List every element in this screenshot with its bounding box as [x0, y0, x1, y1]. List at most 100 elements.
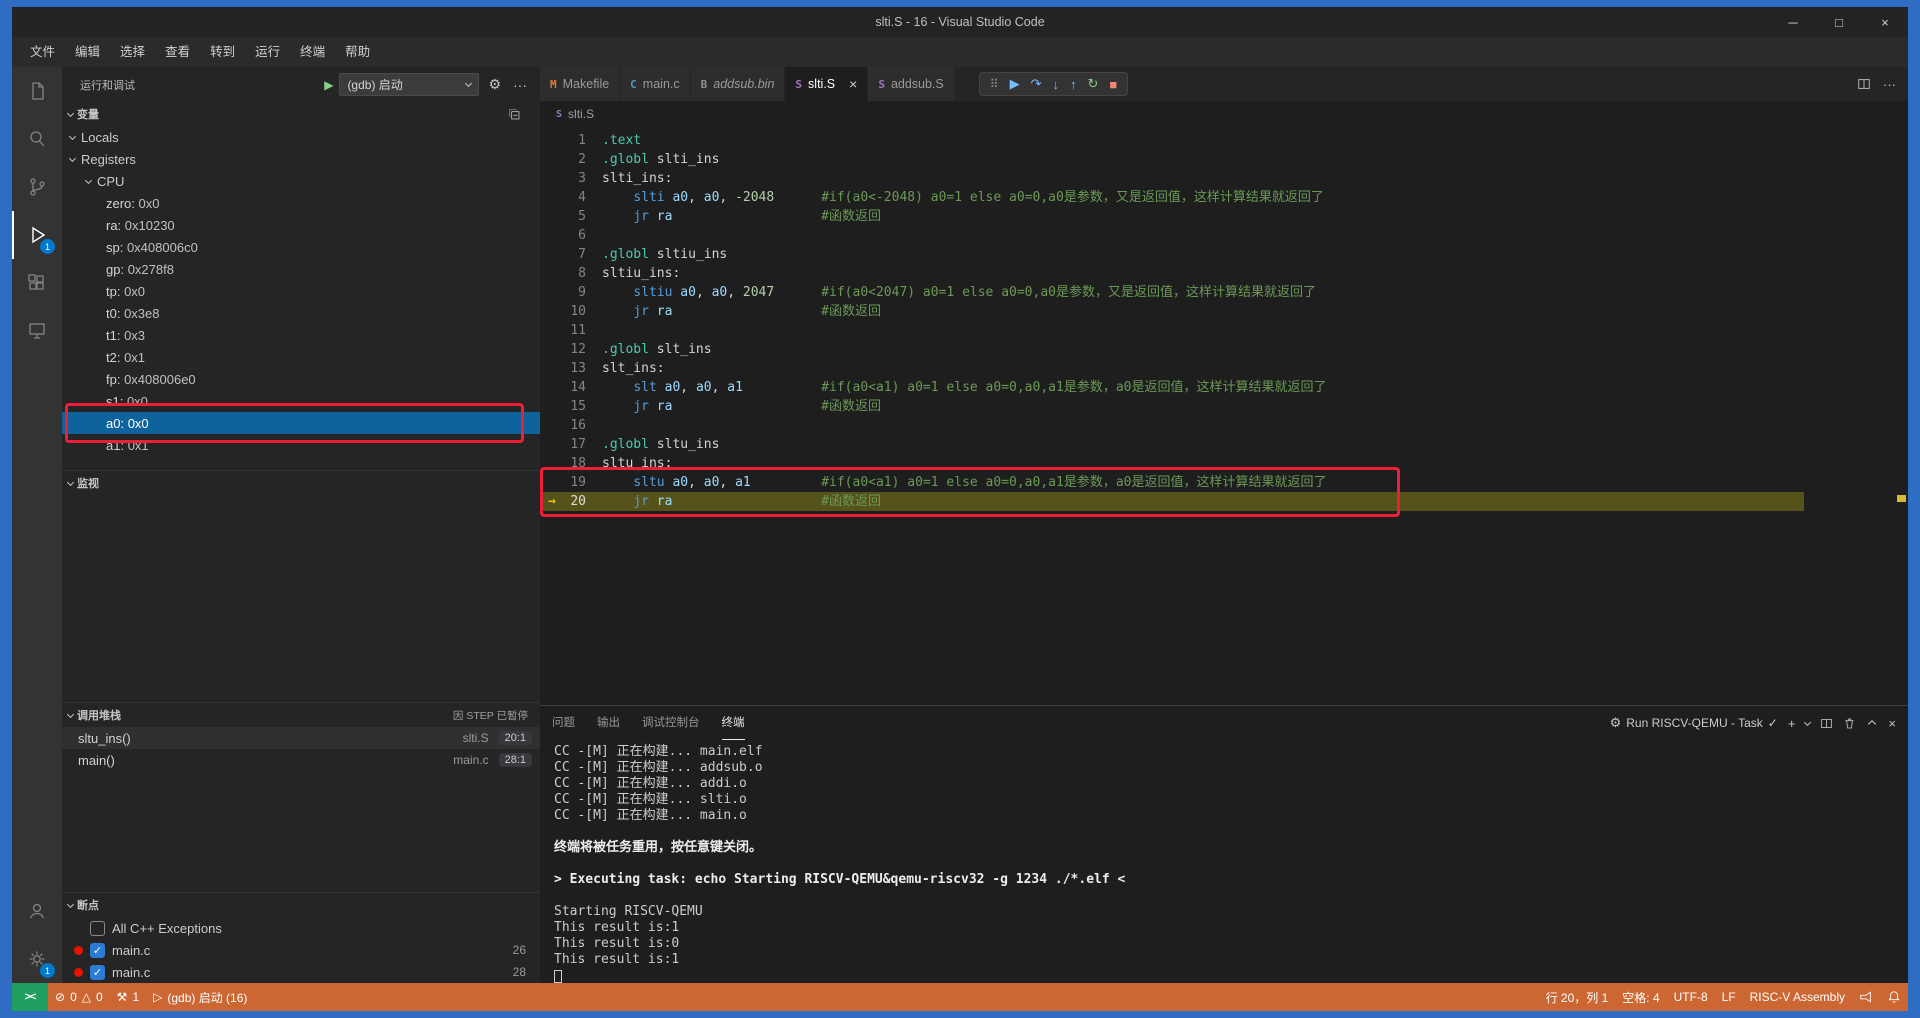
tab-addsub-bin[interactable]: Baddsub.bin [691, 67, 786, 101]
gutter[interactable]: 9 [540, 283, 602, 302]
maximize-panel-icon[interactable] [1866, 717, 1878, 729]
code-line-7[interactable]: 7.globl sltiu_ins [540, 245, 1908, 264]
breakpoint-checkbox[interactable] [90, 921, 105, 936]
breakpoint-item-0[interactable]: All C++ Exceptions [62, 917, 540, 939]
gutter[interactable]: 11 [540, 321, 602, 340]
restart-button[interactable]: ↻ [1087, 76, 1098, 92]
tab-slti-s[interactable]: Sslti.S× [785, 67, 868, 101]
stack-frame-main[interactable]: main()main.c28:1 [62, 749, 540, 771]
step-into-button[interactable]: ↓ [1052, 77, 1059, 92]
menu-item-0[interactable]: 文件 [20, 41, 65, 63]
variable-fp[interactable]: fp: 0x408006e0 [62, 368, 540, 390]
remote-indicator[interactable]: >< [12, 983, 48, 1011]
split-editor-icon[interactable] [1857, 77, 1871, 91]
variable-ra[interactable]: ra: 0x10230 [62, 214, 540, 236]
code-line-5[interactable]: 5 jr ra #函数返回 [540, 207, 1908, 226]
gutter[interactable]: 6 [540, 226, 602, 245]
tab-main-c[interactable]: Cmain.c [620, 67, 690, 101]
close-panel-icon[interactable]: × [1888, 716, 1896, 731]
indentation-indicator[interactable]: 空格: 4 [1615, 983, 1666, 1011]
gutter[interactable]: 14 [540, 378, 602, 397]
gutter[interactable]: 7 [540, 245, 602, 264]
gutter[interactable]: 3 [540, 169, 602, 188]
step-out-button[interactable]: ↑ [1070, 77, 1077, 92]
variable-t1[interactable]: t1: 0x3 [62, 324, 540, 346]
gutter[interactable]: 18 [540, 454, 602, 473]
collapse-all-icon[interactable] [505, 108, 524, 121]
new-terminal-icon[interactable]: + [1788, 716, 1796, 731]
extensions-icon[interactable] [12, 259, 62, 307]
more-actions-icon[interactable]: ··· [1883, 77, 1896, 92]
step-over-button[interactable]: ↷ [1031, 76, 1042, 92]
language-mode[interactable]: RISC-V Assembly [1743, 983, 1852, 1011]
running-tasks-indicator[interactable]: ⚒ 1 [110, 983, 146, 1011]
gutter[interactable]: →20 [540, 492, 602, 511]
stop-button[interactable]: ■ [1109, 77, 1117, 92]
code-line-2[interactable]: 2.globl slti_ins [540, 150, 1908, 169]
run-and-debug-icon[interactable]: 1 [12, 211, 62, 259]
variables-header[interactable]: 变量 [62, 102, 540, 126]
debug-session-indicator[interactable]: ▷ (gdb) 启动 (16) [146, 983, 254, 1011]
code-line-13[interactable]: 13slt_ins: [540, 359, 1908, 378]
code-line-19[interactable]: 19 sltu a0, a0, a1 #if(a0<a1) a0=1 else … [540, 473, 1908, 492]
encoding-indicator[interactable]: UTF-8 [1667, 983, 1715, 1011]
feedback-icon[interactable] [1852, 983, 1880, 1011]
drag-grip-icon[interactable]: ⠿ [990, 77, 999, 91]
gutter[interactable]: 17 [540, 435, 602, 454]
menu-item-1[interactable]: 编辑 [65, 41, 110, 63]
code-line-8[interactable]: 8sltiu_ins: [540, 264, 1908, 283]
breakpoint-item-2[interactable]: ✓main.c28 [62, 961, 540, 983]
gutter[interactable]: 15 [540, 397, 602, 416]
menu-item-5[interactable]: 运行 [245, 41, 290, 63]
tab-addsub-s[interactable]: Saddsub.S [868, 67, 954, 101]
source-control-icon[interactable] [12, 163, 62, 211]
settings-gear-icon[interactable]: 1 [12, 935, 62, 983]
gutter[interactable]: 5 [540, 207, 602, 226]
code-line-1[interactable]: 1.text [540, 131, 1908, 150]
gutter[interactable]: 4 [540, 188, 602, 207]
breadcrumb[interactable]: S slti.S [540, 101, 1908, 127]
variable-a0[interactable]: a0: 0x0 [62, 412, 540, 434]
terminal-output[interactable]: CC -[M] 正在构建... main.elfCC -[M] 正在构建... … [540, 740, 1908, 983]
maximize-button[interactable]: □ [1816, 7, 1862, 37]
code-line-6[interactable]: 6 [540, 226, 1908, 245]
tab-makefile[interactable]: MMakefile [540, 67, 620, 101]
gutter[interactable]: 19 [540, 473, 602, 492]
search-icon[interactable] [12, 115, 62, 163]
gutter[interactable]: 8 [540, 264, 602, 283]
code-line-14[interactable]: 14 slt a0, a0, a1 #if(a0<a1) a0=1 else a… [540, 378, 1908, 397]
remote-explorer-icon[interactable] [12, 307, 62, 355]
menu-item-4[interactable]: 转到 [200, 41, 245, 63]
debug-config-dropdown[interactable]: (gdb) 启动 [339, 73, 479, 96]
breakpoint-checkbox[interactable]: ✓ [90, 943, 105, 958]
overview-ruler[interactable] [1894, 127, 1908, 705]
code-line-20[interactable]: →20 jr ra #函数返回 [540, 492, 1908, 511]
stack-frame-sltu-ins[interactable]: sltu_ins()slti.S20:1 [62, 727, 540, 749]
start-debugging-icon[interactable]: ▶ [324, 78, 333, 92]
minimize-button[interactable]: ─ [1770, 7, 1816, 37]
variable-a1[interactable]: a1: 0x1 [62, 434, 540, 456]
more-actions-icon[interactable]: ··· [510, 77, 530, 93]
variable-t2[interactable]: t2: 0x1 [62, 346, 540, 368]
eol-indicator[interactable]: LF [1715, 983, 1743, 1011]
variables-group-registers[interactable]: Registers [62, 148, 540, 170]
menu-item-6[interactable]: 终端 [290, 41, 335, 63]
variable-s1[interactable]: s1: 0x0 [62, 390, 540, 412]
code-line-4[interactable]: 4 slti a0, a0, -2048 #if(a0<-2048) a0=1 … [540, 188, 1908, 207]
variable-sp[interactable]: sp: 0x408006c0 [62, 236, 540, 258]
panel-tab-item[interactable]: 调试控制台 [642, 706, 700, 740]
code-line-18[interactable]: 18sltu_ins: [540, 454, 1908, 473]
minimap[interactable] [1804, 127, 1894, 705]
gutter[interactable]: 1 [540, 131, 602, 150]
variable-zero[interactable]: zero: 0x0 [62, 192, 540, 214]
close-icon[interactable]: × [849, 76, 857, 92]
menu-item-7[interactable]: 帮助 [335, 41, 380, 63]
callstack-header[interactable]: 调用堆栈 因 STEP 已暂停 [62, 703, 540, 727]
menu-item-3[interactable]: 查看 [155, 41, 200, 63]
kill-terminal-icon[interactable] [1843, 717, 1856, 730]
debug-settings-gear-icon[interactable]: ⚙ [485, 76, 504, 93]
code-line-12[interactable]: 12.globl slt_ins [540, 340, 1908, 359]
notifications-bell-icon[interactable] [1880, 983, 1908, 1011]
code-editor[interactable]: 1.text2.globl slti_ins3slti_ins:4 slti a… [540, 127, 1908, 705]
breakpoints-header[interactable]: 断点 [62, 893, 540, 917]
